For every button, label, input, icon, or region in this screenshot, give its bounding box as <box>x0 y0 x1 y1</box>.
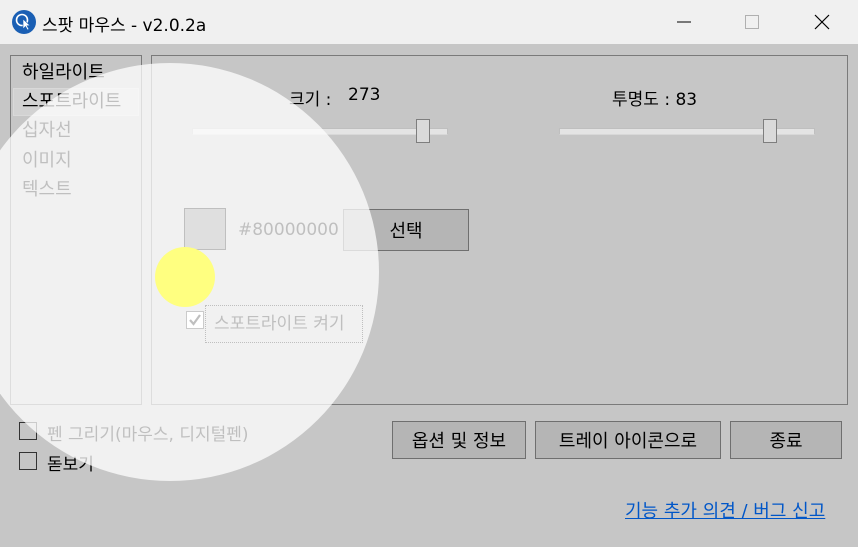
cursor-pointer-icon <box>12 10 36 34</box>
title-bar[interactable]: 스팟 마우스 - v2.0.2a <box>0 0 858 44</box>
magnifier-checkbox[interactable] <box>19 452 37 470</box>
opacity-slider-thumb[interactable] <box>763 119 777 143</box>
size-label: 크기 : <box>289 90 332 110</box>
magnifier-label[interactable]: 돋보기 <box>47 450 94 475</box>
pen-draw-label[interactable]: 펜 그리기(마우스, 디지털펜) <box>47 420 249 445</box>
minimize-icon <box>677 21 691 23</box>
size-slider-track[interactable] <box>192 128 448 135</box>
list-item-crosshair[interactable]: 십자선 <box>13 117 139 145</box>
list-item-text[interactable]: 텍스트 <box>13 176 139 204</box>
tray-button[interactable]: 트레이 아이콘으로 <box>535 421 721 459</box>
check-icon <box>189 314 201 326</box>
mode-list[interactable]: 하일라이트 스포트라이트 십자선 이미지 텍스트 <box>10 55 142 405</box>
spotlight-enable-checkbox[interactable] <box>186 311 204 329</box>
maximize-icon <box>745 15 759 29</box>
list-item-highlight[interactable]: 하일라이트 <box>13 59 139 87</box>
color-swatch <box>184 208 226 250</box>
options-button[interactable]: 옵션 및 정보 <box>392 421 526 459</box>
feedback-link[interactable]: 기능 추가 의견 / 버그 신고 <box>625 497 825 523</box>
app-window: 스팟 마우스 - v2.0.2a 하일라이트 스포트라이트 십자선 이미지 텍스… <box>0 0 858 547</box>
minimize-button[interactable] <box>654 0 714 44</box>
size-slider-thumb[interactable] <box>416 119 430 143</box>
pen-draw-checkbox[interactable] <box>19 422 37 440</box>
color-value: #80000000 <box>238 220 339 240</box>
window-title: 스팟 마우스 - v2.0.2a <box>42 16 207 36</box>
list-item-spotlight[interactable]: 스포트라이트 <box>13 88 139 116</box>
maximize-button[interactable] <box>722 0 782 44</box>
exit-button[interactable]: 종료 <box>730 421 842 459</box>
spotlight-enable-label[interactable]: 스포트라이트 켜기 <box>214 309 345 334</box>
size-value: 273 <box>348 85 381 105</box>
list-item-image[interactable]: 이미지 <box>13 147 139 175</box>
select-color-button[interactable]: 선택 <box>343 209 469 251</box>
close-button[interactable] <box>792 0 852 44</box>
close-icon <box>814 14 830 30</box>
opacity-label: 투명도 : 83 <box>612 90 698 110</box>
